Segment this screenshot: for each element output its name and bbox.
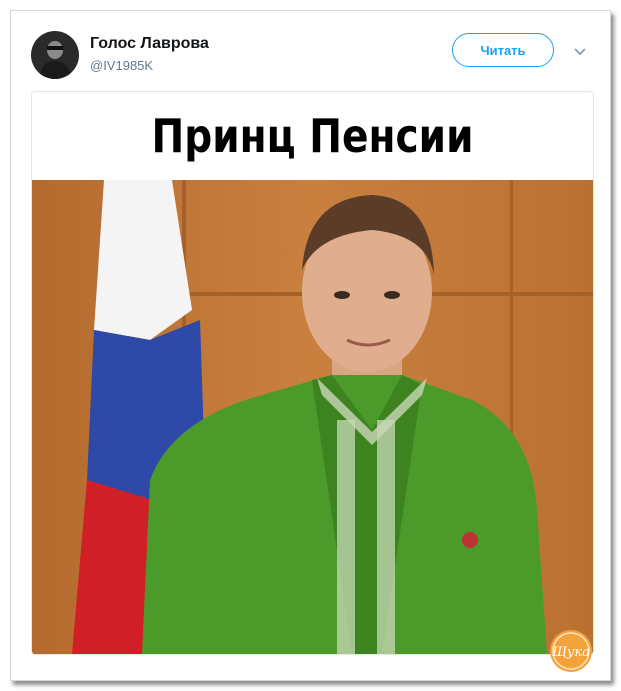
author-handle[interactable]: @IV1985K xyxy=(90,58,153,73)
watermark-logo: Щука xyxy=(550,630,592,672)
watermark-text: Щука xyxy=(552,645,590,660)
avatar[interactable] xyxy=(31,31,79,79)
chevron-down-icon[interactable] xyxy=(573,47,587,57)
meme-caption: Принц Пенсии xyxy=(151,109,474,163)
tweet-card: Голос Лаврова @IV1985K Читать Принц Пенс… xyxy=(10,10,611,681)
tweet-media[interactable]: Принц Пенсии xyxy=(31,91,594,655)
meme-photo xyxy=(32,180,593,654)
tweet-header: Голос Лаврова @IV1985K Читать xyxy=(11,11,610,89)
follow-button[interactable]: Читать xyxy=(452,33,554,67)
author-name[interactable]: Голос Лаврова xyxy=(90,35,209,53)
